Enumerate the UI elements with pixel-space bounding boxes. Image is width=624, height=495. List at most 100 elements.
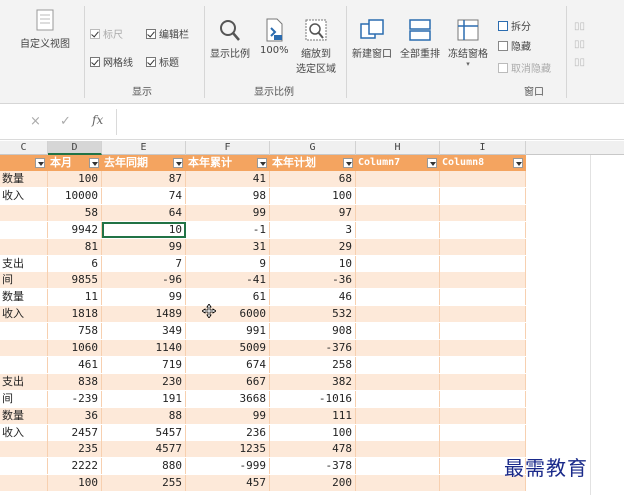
table-cell-e[interactable]: 236 [186,424,270,441]
table-cell-empty[interactable] [356,289,440,306]
row-label-cell[interactable]: 间 [0,390,48,407]
table-cell-empty[interactable] [440,171,526,187]
table-cell-empty[interactable] [356,390,440,407]
table-cell-empty[interactable] [440,204,526,221]
table-cell-empty[interactable] [356,424,440,441]
table-cell-empty[interactable] [356,306,440,323]
filter-dropdown-button[interactable] [89,158,99,168]
table-cell-f[interactable]: 100 [270,424,356,441]
table-cell-e[interactable]: 667 [186,373,270,390]
row-label-cell[interactable] [0,221,48,238]
table-cell-c[interactable]: 9855 [48,272,102,289]
table-cell-empty[interactable] [440,340,526,356]
table-cell-d[interactable]: 191 [102,390,186,407]
table-cell-f[interactable]: 382 [270,373,356,390]
table-cell-empty[interactable] [440,323,526,340]
table-cell-f[interactable]: -36 [270,272,356,289]
table-cell-f[interactable]: 532 [270,306,356,323]
table-cell-c[interactable]: 2457 [48,424,102,441]
table-cell-empty[interactable] [440,255,526,272]
table-cell-f[interactable]: 258 [270,356,356,373]
table-cell-e[interactable]: -1 [186,221,270,238]
table-cell-e[interactable]: 31 [186,238,270,255]
table-cell-f[interactable]: -378 [270,458,356,475]
table-cell-empty[interactable] [356,255,440,272]
formula-input[interactable] [116,109,624,135]
table-cell-empty[interactable] [356,373,440,390]
row-label-cell[interactable] [0,204,48,221]
table-cell-empty[interactable] [440,289,526,306]
table-cell-f[interactable]: 908 [270,323,356,340]
table-cell-f[interactable]: 3 [270,221,356,238]
table-cell-e[interactable]: 5009 [186,340,270,356]
table-cell-e[interactable]: -999 [186,458,270,475]
zoom-100-button[interactable]: 100% [260,18,289,56]
table-cell-empty[interactable] [356,356,440,373]
table-cell-e[interactable]: 674 [186,356,270,373]
filter-dropdown-button[interactable] [35,158,45,168]
table-cell-e[interactable]: 991 [186,323,270,340]
column-header-d[interactable]: D [48,141,102,155]
gridlines-checkbox[interactable]: 网格线 [90,54,133,69]
freeze-panes-button[interactable]: 冻结窗格 ▾ [448,18,488,68]
table-cell-d[interactable]: 880 [102,458,186,475]
column-header-i[interactable]: I [440,141,526,155]
table-cell-empty[interactable] [440,306,526,323]
table-cell-empty[interactable] [356,441,440,458]
custom-view-button[interactable]: 自定义视图 [20,8,70,50]
table-cell-empty[interactable] [356,272,440,289]
table-cell-d[interactable]: 1489 [102,306,186,323]
unhide-button[interactable]: 取消隐藏 [498,60,551,75]
zoom-button[interactable]: 显示比例 [210,18,250,60]
table-cell-empty[interactable] [356,340,440,356]
table-cell-c[interactable]: 235 [48,441,102,458]
table-cell-e[interactable]: 98 [186,187,270,204]
table-cell-empty[interactable] [440,221,526,238]
row-label-cell[interactable]: 支出 [0,373,48,390]
split-button[interactable]: 拆分 [498,18,531,33]
table-cell-d[interactable]: 4577 [102,441,186,458]
zoom-to-selection-button[interactable]: 缩放到 选定区域 [296,18,336,75]
row-label-cell[interactable] [0,475,48,492]
table-cell-c[interactable]: 36 [48,407,102,424]
table-cell-e[interactable]: 99 [186,204,270,221]
column-header-g[interactable]: G [270,141,356,155]
table-cell-d[interactable]: 99 [102,238,186,255]
table-cell-f[interactable]: 200 [270,475,356,492]
table-cell-empty[interactable] [356,171,440,187]
table-cell-d[interactable]: 87 [102,171,186,187]
column-header-f[interactable]: F [186,141,270,155]
headings-checkbox[interactable]: 标题 [146,54,179,69]
table-cell-f[interactable]: 68 [270,171,356,187]
table-cell-empty[interactable] [356,475,440,492]
table-cell-empty[interactable] [356,323,440,340]
table-cell-d[interactable]: 255 [102,475,186,492]
table-cell-c[interactable]: 2222 [48,458,102,475]
row-label-cell[interactable]: 支出 [0,255,48,272]
table-cell-empty[interactable] [440,424,526,441]
filter-dropdown-button[interactable] [257,158,267,168]
filter-dropdown-button[interactable] [427,158,437,168]
table-cell-empty[interactable] [440,187,526,204]
table-cell-d[interactable]: 230 [102,373,186,390]
ruler-checkbox[interactable]: 标尺 [90,26,123,41]
column-header-c[interactable]: C [0,141,48,155]
table-cell-f[interactable]: 46 [270,289,356,306]
arrange-all-button[interactable]: 全部重排 [400,18,440,60]
row-label-cell[interactable] [0,340,48,356]
table-cell-empty[interactable] [356,204,440,221]
table-cell-f[interactable]: 100 [270,187,356,204]
table-cell-empty[interactable] [440,356,526,373]
table-cell-c[interactable]: 100 [48,475,102,492]
row-label-cell[interactable] [0,238,48,255]
table-cell-c[interactable]: 100 [48,171,102,187]
filter-dropdown-button[interactable] [173,158,183,168]
table-cell-c[interactable]: 58 [48,204,102,221]
filter-dropdown-button[interactable] [343,158,353,168]
table-cell-f[interactable]: 97 [270,204,356,221]
table-cell-e[interactable]: 457 [186,475,270,492]
table-cell-f[interactable]: 10 [270,255,356,272]
row-label-cell[interactable] [0,458,48,475]
enter-icon[interactable]: ✓ [60,114,71,129]
table-cell-empty[interactable] [440,390,526,407]
